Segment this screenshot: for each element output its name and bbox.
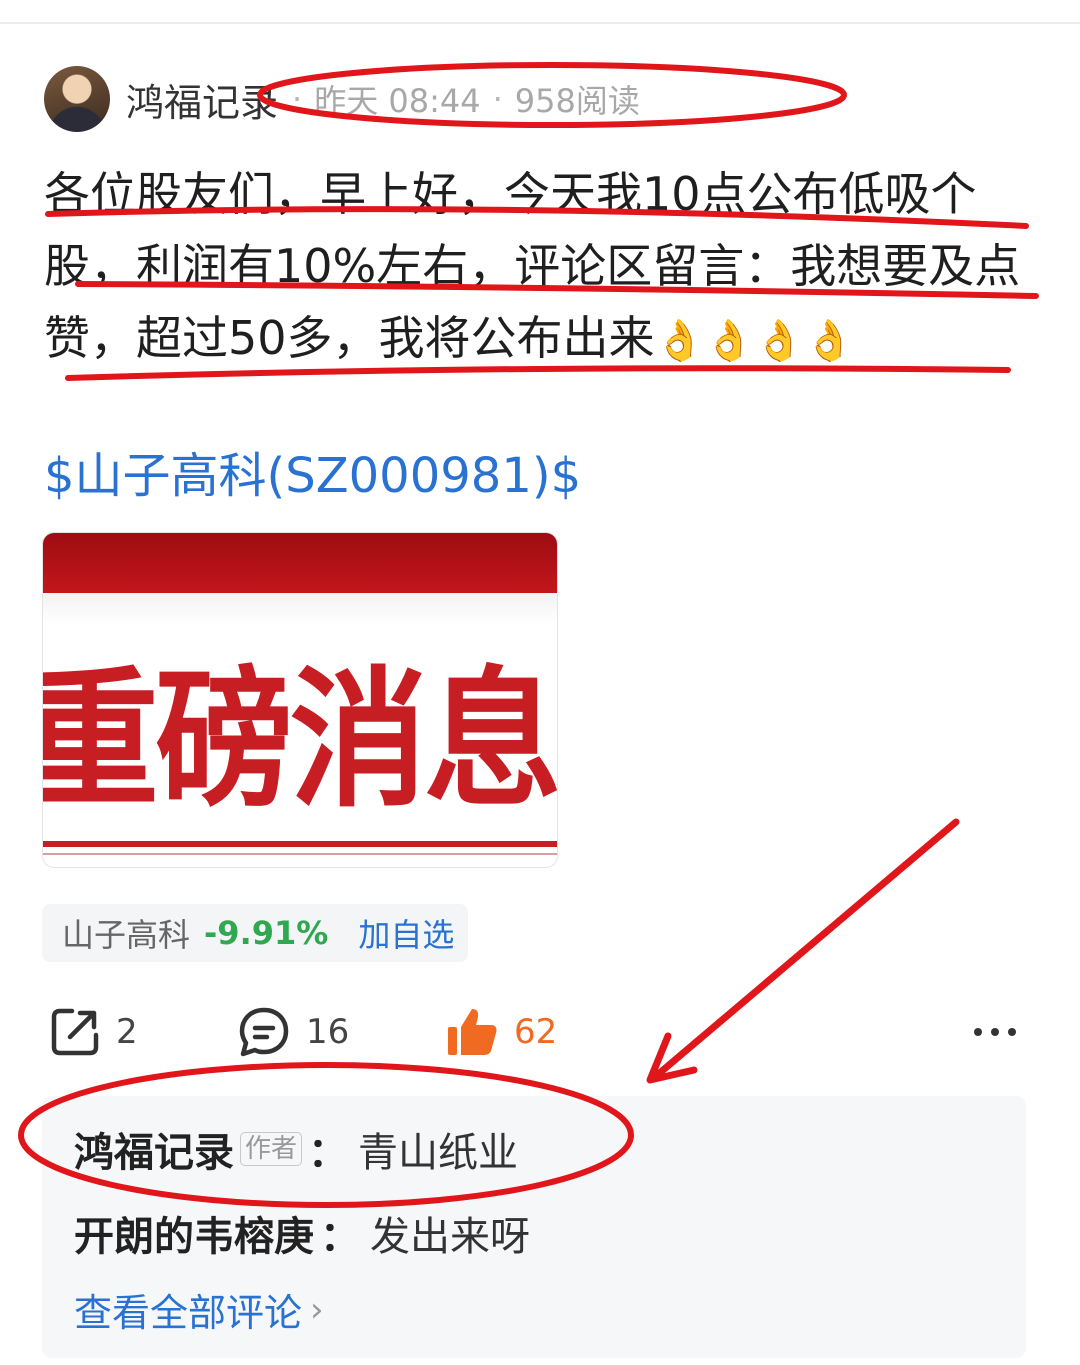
stock-link[interactable]: $山子高科(SZ000981)$ (44, 436, 581, 506)
author-name[interactable]: 鸿福记录 (126, 72, 278, 127)
post-meta: · 昨天 08:44 · 958阅读 (292, 76, 640, 122)
comment-colon: ： (320, 1214, 360, 1260)
view-all-label: 查看全部评论 (74, 1291, 303, 1335)
comment-text: 发出来呀 (370, 1214, 530, 1260)
top-divider (0, 22, 1080, 24)
ok-hand-emojis: 👌👌👌👌 (654, 318, 854, 364)
meta-dot: · (492, 80, 503, 118)
more-dots-icon (972, 1022, 1018, 1042)
comment-item[interactable]: 鸿福记录 作者 ： 青山纸业 (74, 1120, 518, 1178)
comment-text: 青山纸业 (358, 1130, 519, 1176)
meta-dot: · (292, 80, 303, 118)
image-red-stripe (43, 841, 557, 847)
image-headline: 重磅消息 (42, 654, 558, 828)
chip-stock-name: 山子高科 (62, 916, 191, 954)
comment-button[interactable]: 16 (236, 1002, 349, 1062)
chevron-right-icon: › (310, 1289, 324, 1330)
read-count: 958阅读 (514, 82, 640, 120)
image-pink-stripe (43, 853, 557, 855)
post-header: 鸿福记录 · 昨天 08:44 · 958阅读 (44, 66, 640, 132)
chip-price-change: -9.91% (204, 914, 329, 952)
comment-user[interactable]: 鸿福记录 (74, 1120, 234, 1178)
author-tag: 作者 (240, 1132, 303, 1166)
comment-preview: 鸿福记录 作者 ： 青山纸业 开朗的韦榕庚 ： 发出来呀 查看全部评论 › (42, 1096, 1026, 1358)
post-body: 各位股友们，早上好，今天我10点公布低吸个股，利润有10%左右，评论区留言：我想… (44, 158, 1044, 377)
image-red-band (43, 533, 557, 593)
comment-icon (236, 1004, 292, 1060)
comment-colon: ： (308, 1130, 349, 1176)
more-button[interactable] (972, 1002, 1018, 1062)
thumbs-up-icon (446, 1005, 500, 1059)
like-button[interactable]: 62 (446, 1002, 557, 1062)
image-shadow-band (43, 593, 557, 625)
view-all-comments-link[interactable]: 查看全部评论 › (74, 1282, 324, 1337)
share-button[interactable]: 2 (48, 1002, 138, 1062)
action-bar: 2 16 62 (0, 1002, 1080, 1062)
like-count: 62 (514, 1012, 558, 1052)
comment-item[interactable]: 开朗的韦榕庚 ： 发出来呀 (74, 1204, 530, 1262)
post-time: 昨天 08:44 (314, 82, 481, 120)
author-avatar[interactable] (44, 66, 110, 132)
post-text: 各位股友们，早上好，今天我10点公布低吸个股，利润有10%左右，评论区留言：我想… (44, 167, 1021, 365)
stock-chip[interactable]: 山子高科 -9.91% 加自选 (42, 904, 468, 962)
add-watchlist-button[interactable]: 加自选 (358, 910, 454, 956)
comment-user[interactable]: 开朗的韦榕庚 (74, 1204, 314, 1262)
post-image[interactable]: 重磅消息 (42, 532, 558, 868)
share-icon (48, 1005, 102, 1059)
share-count: 2 (116, 1012, 138, 1052)
comment-count: 16 (306, 1012, 350, 1052)
